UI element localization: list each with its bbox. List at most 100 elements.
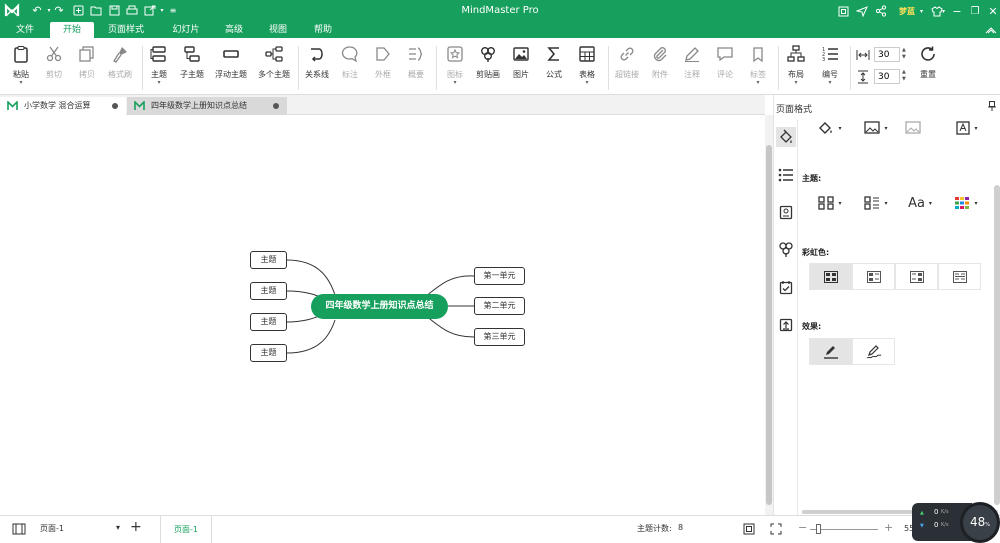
rainbow-option-2[interactable] — [852, 263, 895, 290]
user-name[interactable]: 梦蓝 — [899, 3, 915, 19]
upload-speed: 0 — [934, 508, 939, 516]
summary-icon — [409, 47, 423, 61]
open-folder-icon[interactable] — [89, 3, 103, 17]
fullscreen-view-icon[interactable] — [770, 523, 782, 537]
boundary-icon — [376, 47, 390, 61]
topic-icon — [150, 46, 166, 62]
zoom-out-button[interactable]: − — [798, 521, 807, 534]
text-box-icon — [956, 121, 971, 135]
user-dropdown-icon[interactable]: ▾ — [920, 3, 923, 19]
close-tab-icon[interactable] — [273, 103, 279, 109]
zoom-in-button[interactable]: + — [884, 521, 893, 534]
format-painter-button[interactable]: 格式刷 — [100, 45, 140, 91]
document-tab[interactable]: 小学数学 混合运算 — [0, 97, 126, 115]
canvas-vertical-scrollbar[interactable] — [765, 115, 773, 515]
page-select[interactable]: 页面-1 ▾ — [40, 523, 120, 534]
page-format-tab[interactable] — [776, 127, 796, 147]
tab-view[interactable]: 视图 — [262, 22, 294, 38]
tab-file[interactable]: 文件 — [8, 22, 42, 38]
font-format-button[interactable]: ▾ — [951, 119, 983, 137]
topic-node[interactable]: 主题 — [250, 344, 287, 362]
rainbow-option-3[interactable] — [895, 263, 938, 290]
topic-node[interactable]: 主题 — [250, 313, 287, 331]
clover-icon — [779, 242, 793, 257]
panel-side-tabs — [774, 120, 798, 515]
close-tab-icon[interactable] — [112, 103, 118, 109]
fit-page-icon[interactable] — [743, 523, 755, 537]
document-tab-active[interactable]: 四年级数学上册知识点总结 — [127, 97, 287, 115]
share-icon[interactable] — [874, 3, 888, 19]
picture-icon — [513, 47, 529, 61]
rainbow-option-4[interactable] — [938, 263, 981, 290]
page-panel-toggle-icon[interactable] — [12, 523, 26, 537]
table-dropdown-icon[interactable]: ▾ — [567, 80, 607, 86]
effect-option-2[interactable] — [852, 338, 895, 365]
export-tab[interactable] — [776, 315, 796, 335]
reset-button[interactable]: 重置 — [908, 45, 948, 91]
subtopic-node-unit-2[interactable]: 第二单元 — [474, 297, 525, 315]
new-file-icon[interactable] — [71, 3, 85, 17]
fullscreen-icon[interactable] — [836, 3, 850, 19]
numbering-button[interactable]: 123 编号 ▾ — [810, 45, 850, 91]
minimize-button[interactable]: − — [950, 3, 964, 19]
task-tab[interactable] — [776, 277, 796, 297]
tab-slideshow[interactable]: 幻灯片 — [166, 22, 206, 38]
subtopic-node-unit-1[interactable]: 第一单元 — [474, 267, 525, 285]
topic-node[interactable]: 主题 — [250, 282, 287, 300]
customize-quick-access-icon[interactable]: ≡ — [166, 3, 180, 17]
theme-layout-button[interactable]: ▾ — [814, 194, 846, 212]
save-icon[interactable] — [107, 3, 121, 17]
publish-icon[interactable] — [855, 3, 869, 19]
effect-option-1[interactable] — [809, 338, 852, 365]
vertical-spacing-stepper[interactable]: ▲ ▼ — [902, 69, 906, 83]
subtopic-node-unit-3[interactable]: 第三单元 — [474, 328, 525, 346]
numbering-dropdown-icon[interactable]: ▾ — [810, 80, 850, 86]
maximize-button[interactable]: ❐ — [968, 3, 982, 19]
dropdown-icon: ▾ — [838, 124, 842, 132]
redo-icon[interactable]: ↷ — [52, 3, 66, 17]
table-button[interactable]: 表格 ▾ — [567, 45, 607, 91]
vertical-spacing-input[interactable] — [874, 69, 900, 84]
pin-panel-icon[interactable] — [988, 101, 996, 111]
paintbrush-icon — [113, 47, 127, 63]
tab-page-style[interactable]: 页面样式 — [103, 22, 149, 38]
zoom-slider-handle[interactable] — [816, 524, 821, 534]
upload-arrow-icon: ▲ — [920, 510, 924, 516]
tag-button[interactable]: 标签 ▾ — [738, 45, 778, 91]
add-page-button[interactable]: + — [130, 519, 142, 535]
app-title: MindMaster Pro — [461, 5, 539, 16]
multi-topic-button[interactable]: 多个主题 — [254, 45, 294, 91]
handdrawn-pen-icon — [866, 344, 881, 358]
network-speed-widget: ▲ 0 K/s ▼ 0 K/s 48% — [912, 502, 1000, 543]
tab-help[interactable]: 帮助 — [307, 22, 339, 38]
collapse-ribbon-icon[interactable] — [984, 22, 998, 38]
horizontal-spacing-stepper[interactable]: ▲ ▼ — [902, 47, 906, 61]
outline-tab[interactable] — [776, 165, 796, 185]
central-topic-node[interactable]: 四年级数学上册知识点总结 — [311, 294, 448, 319]
scrollbar-thumb[interactable] — [766, 145, 772, 505]
close-button[interactable]: ✕ — [986, 3, 1000, 19]
panel-vertical-scrollbar[interactable] — [994, 185, 1000, 505]
print-icon[interactable] — [125, 3, 139, 17]
background-image-button[interactable]: ▾ — [860, 119, 892, 137]
topic-node[interactable]: 主题 — [250, 251, 287, 269]
clover-icon — [481, 47, 495, 62]
clipart-tab[interactable] — [776, 239, 796, 259]
download-arrow-icon: ▼ — [920, 523, 924, 529]
background-fill-button[interactable]: ▾ — [814, 119, 846, 137]
page-tab-active[interactable]: 页面-1 — [160, 516, 212, 543]
tab-start[interactable]: 开始 — [50, 22, 94, 38]
rainbow-option-1[interactable] — [809, 263, 852, 290]
theme-color-button[interactable]: ▾ — [950, 194, 982, 212]
horizontal-spacing-input[interactable] — [874, 47, 900, 62]
mark-tab[interactable] — [776, 202, 796, 222]
refresh-icon — [921, 46, 935, 61]
tab-advanced[interactable]: 高级 — [218, 22, 250, 38]
subtopic-button[interactable]: 子主题 — [172, 45, 212, 91]
summary-button[interactable]: 概要 — [396, 45, 436, 91]
remove-background-button[interactable] — [902, 119, 924, 137]
theme-font-button[interactable]: Aa ▾ — [904, 194, 936, 212]
floating-topic-button[interactable]: 浮动主题 — [211, 45, 251, 91]
skin-dropdown-icon[interactable]: ▾ — [942, 3, 945, 19]
theme-style-button[interactable]: ▾ — [860, 194, 892, 212]
